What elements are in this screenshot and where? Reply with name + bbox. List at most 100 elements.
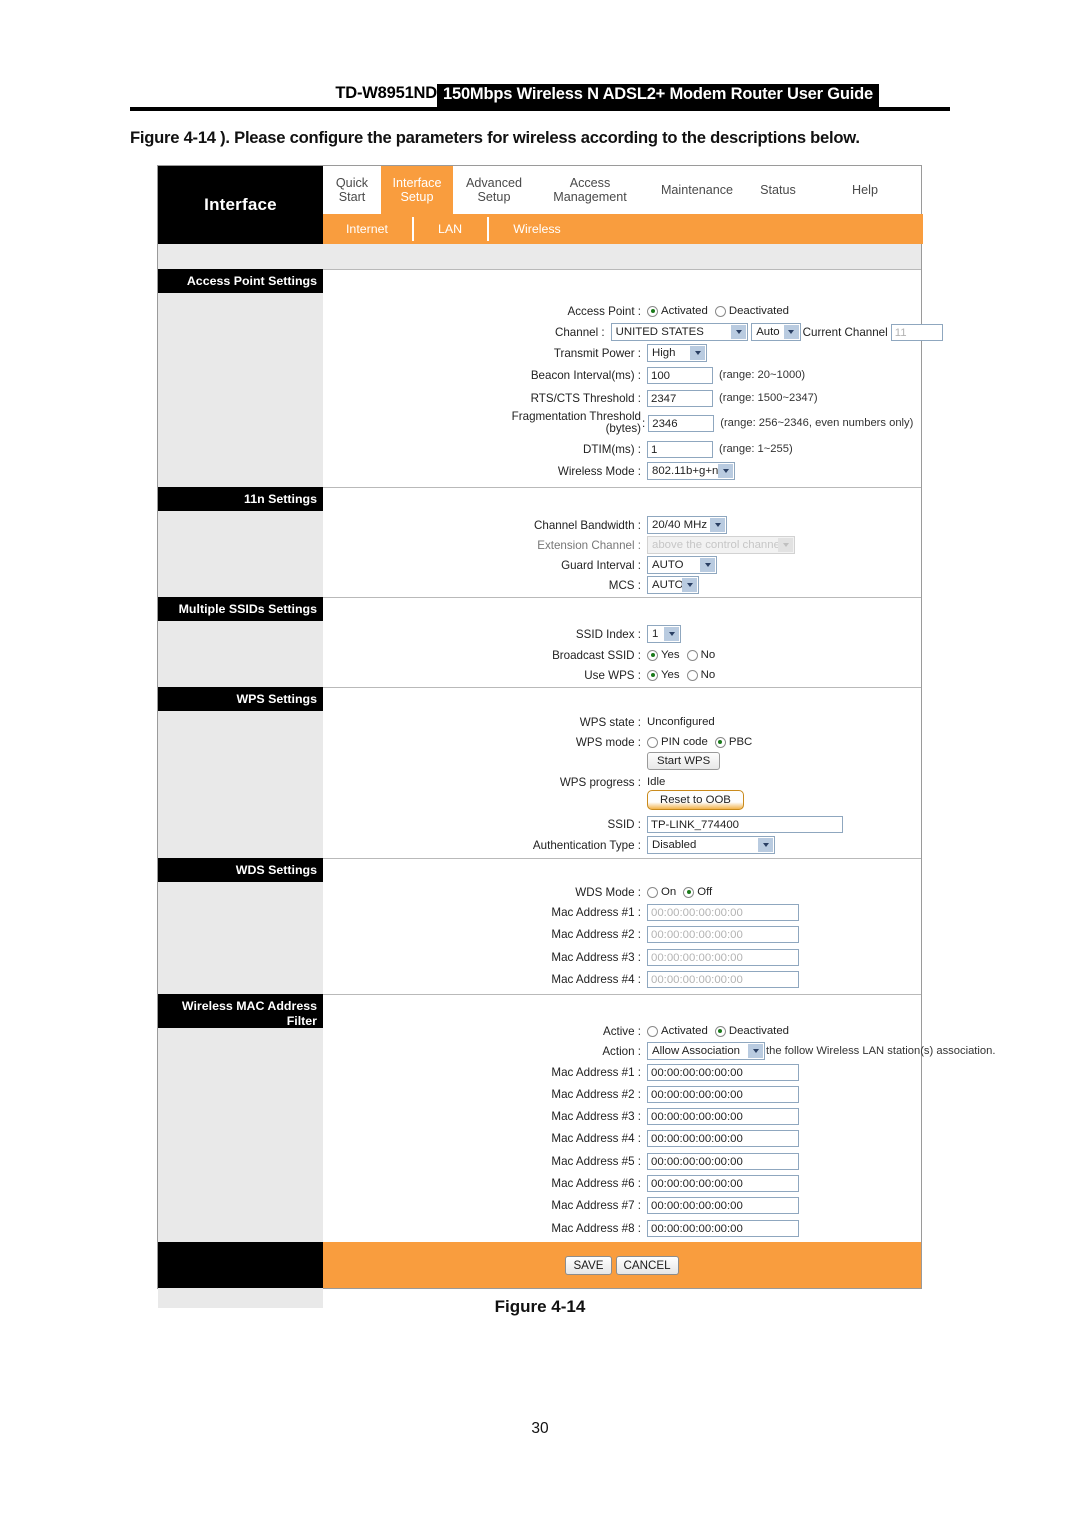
access-point-radio-deactivated[interactable]: Deactivated: [714, 305, 789, 317]
channel-country-value: UNITED STATES: [615, 326, 704, 338]
menu-item-help[interactable]: Help: [807, 166, 923, 214]
radio-dot-icon: [647, 736, 658, 748]
filter-mac-address-label: Mac Address #8 :: [551, 1221, 641, 1235]
mac-filter-radio-activated[interactable]: Activated: [647, 1025, 708, 1037]
radio-dot-icon: [686, 669, 698, 681]
wds-mac-address-input: 00:00:00:00:00:00: [647, 903, 799, 921]
filter-mac-address-input[interactable]: 00:00:00:00:00:00: [647, 1063, 799, 1081]
filter-mac-address-input[interactable]: 00:00:00:00:00:00: [647, 1197, 799, 1215]
section-divider-wds: [323, 858, 921, 859]
guard-interval-label: Guard Interval :: [561, 558, 641, 572]
section-header-mac-filter: Wireless MAC Address Filter: [158, 994, 323, 1028]
chevron-down-icon: [710, 518, 725, 532]
menu-item-label: Status: [760, 183, 796, 197]
reset-to-oob-button[interactable]: Reset to OOB: [647, 790, 744, 810]
subnav-item-lan[interactable]: LAN: [414, 214, 486, 244]
filter-mac-address-label: Mac Address #2 :: [551, 1087, 641, 1101]
filter-mac-address-label: Mac Address #7 :: [551, 1199, 641, 1213]
row-transmit-power: Transmit Power : High: [323, 343, 707, 363]
wds-mode-radio-off[interactable]: Off: [683, 886, 712, 898]
guard-interval-select[interactable]: AUTO: [647, 556, 717, 574]
mac-filter-action-select[interactable]: Allow Association: [647, 1042, 765, 1060]
row-use-wps: Use WPS : Yes No: [323, 665, 722, 685]
channel-country-select[interactable]: UNITED STATES: [610, 323, 749, 341]
frag-threshold-label-line1: Fragmentation Threshold: [511, 410, 641, 423]
dtim-input[interactable]: 1: [647, 440, 713, 458]
wds-mode-radio-on[interactable]: On: [647, 886, 676, 898]
mac-filter-action-label: Action :: [602, 1044, 641, 1058]
mcs-select[interactable]: AUTO: [647, 576, 699, 594]
menu-item-label: Access Management: [553, 176, 627, 204]
save-button[interactable]: SAVE: [565, 1255, 612, 1275]
section-divider-11n: [323, 487, 921, 488]
filter-mac-address-label: Mac Address #4 :: [551, 1132, 641, 1146]
beacon-interval-input[interactable]: 100: [647, 366, 713, 384]
cancel-button[interactable]: CANCEL: [615, 1255, 679, 1275]
section-header-11n: 11n Settings: [158, 487, 323, 511]
wps-state-label: WPS state :: [579, 715, 641, 729]
filter-mac-address-row: Mac Address #4 : 00:00:00:00:00:00: [323, 1129, 799, 1149]
row-mac-filter-active: Active : Activated Deactivated: [323, 1021, 796, 1041]
row-access-point: Access Point : Activated Deactivated: [323, 301, 923, 321]
subnav-item-wireless[interactable]: Wireless: [489, 214, 585, 244]
row-dtim: DTIM(ms) : 1 (range: 1~255): [323, 439, 793, 459]
wps-mode-radio-pbc[interactable]: PBC: [714, 736, 752, 748]
transmit-power-select[interactable]: High: [647, 344, 707, 362]
filter-mac-address-input[interactable]: 00:00:00:00:00:00: [647, 1152, 799, 1170]
transmit-power-value: High: [652, 347, 676, 359]
filter-mac-address-input[interactable]: 00:00:00:00:00:00: [647, 1175, 799, 1192]
row-wps-progress: WPS progress : Idle: [323, 772, 666, 792]
authentication-type-select[interactable]: Disabled: [647, 836, 775, 854]
filter-mac-address-input[interactable]: 00:00:00:00:00:00: [647, 1130, 799, 1148]
use-wps-radio-no[interactable]: No: [686, 669, 715, 681]
menu-item-maintenance[interactable]: Maintenance: [645, 166, 749, 214]
filter-mac-address-label: Mac Address #1 :: [551, 1065, 641, 1079]
menu-item-advanced[interactable]: Advanced Setup: [453, 166, 535, 214]
row-start-wps: Start WPS: [647, 751, 721, 771]
header-rule: [130, 107, 950, 111]
menu-item-label: Maintenance: [660, 183, 734, 197]
section-divider-wps: [323, 687, 921, 688]
wps-mode-radio-pin[interactable]: PIN code: [647, 736, 708, 748]
chevron-down-icon: [748, 1044, 763, 1058]
wps-progress-label: WPS progress :: [559, 775, 641, 789]
page-number: 30: [531, 1420, 549, 1437]
subnav-item-internet[interactable]: Internet: [323, 214, 411, 244]
broadcast-ssid-radio-yes[interactable]: Yes: [647, 649, 680, 661]
start-wps-button[interactable]: Start WPS: [647, 752, 721, 770]
wds-mac-address-row: Mac Address #2 : 00:00:00:00:00:00: [323, 925, 799, 945]
wds-mac-address-row: Mac Address #4 : 00:00:00:00:00:00: [323, 970, 799, 990]
wireless-mode-select[interactable]: 802.11b+g+n: [647, 462, 735, 480]
menu-item-interface[interactable]: Interface Setup: [381, 166, 453, 214]
broadcast-ssid-radio-no[interactable]: No: [686, 649, 715, 661]
rts-threshold-label: RTS/CTS Threshold :: [530, 391, 641, 405]
frag-threshold-input[interactable]: 2346: [648, 414, 715, 432]
section-body-access-point: [158, 293, 323, 487]
row-wps-ssid: SSID : TP-LINK_774400: [323, 814, 843, 834]
wps-ssid-input[interactable]: TP-LINK_774400: [647, 815, 843, 833]
use-wps-radio-yes[interactable]: Yes: [647, 669, 680, 681]
rts-threshold-input[interactable]: 2347: [647, 389, 713, 407]
footer-left-block: [158, 1242, 323, 1288]
menu-item-quick[interactable]: Quick Start: [323, 166, 381, 214]
filter-mac-address-row: Mac Address #2 : 00:00:00:00:00:00: [323, 1084, 799, 1104]
mac-filter-radio-deactivated[interactable]: Deactivated: [714, 1025, 789, 1037]
section-body-wps: [158, 711, 323, 858]
filter-mac-address-input[interactable]: 00:00:00:00:00:00: [647, 1085, 799, 1103]
channel-bandwidth-select[interactable]: 20/40 MHz: [647, 516, 727, 534]
wireless-mode-value: 802.11b+g+n: [652, 465, 719, 477]
mcs-label: MCS :: [608, 578, 641, 592]
menu-item-access[interactable]: Access Management: [535, 166, 645, 214]
channel-mode-select[interactable]: Auto: [751, 323, 801, 341]
menu-item-status[interactable]: Status: [749, 166, 807, 214]
filter-mac-address-input[interactable]: 00:00:00:00:00:00: [647, 1108, 799, 1126]
access-point-radio-activated[interactable]: Activated: [647, 305, 708, 317]
filter-mac-address-label: Mac Address #3 :: [551, 1110, 641, 1124]
row-ssid-index: SSID Index : 1: [323, 624, 681, 644]
filter-mac-address-input[interactable]: 00:00:00:00:00:00: [647, 1219, 799, 1237]
radio-label: On: [661, 886, 677, 898]
menu-item-label: Advanced Setup: [465, 176, 522, 204]
chevron-down-icon: [718, 464, 733, 478]
ssid-index-select[interactable]: 1: [647, 625, 681, 643]
mac-filter-action-value: Allow Association: [652, 1045, 741, 1057]
